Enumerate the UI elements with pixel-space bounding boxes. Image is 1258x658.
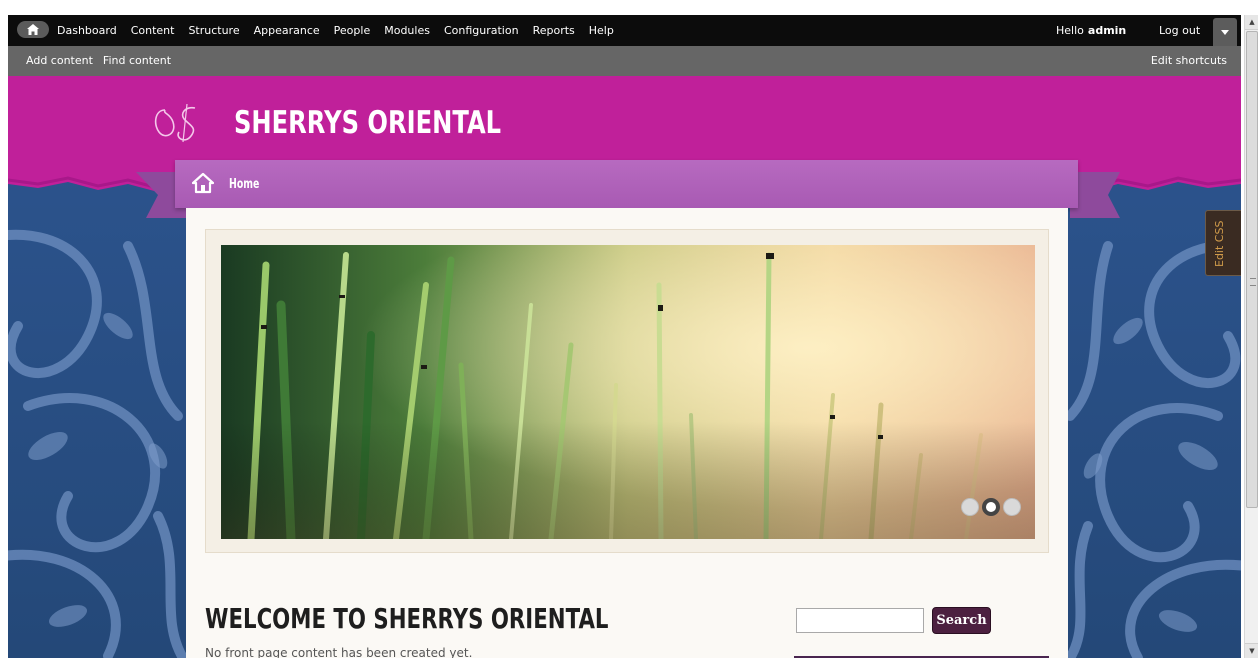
admin-toolbar: Dashboard Content Structure Appearance P… [8, 15, 1241, 46]
slider-dot-1[interactable] [961, 498, 979, 516]
admin-menu-structure[interactable]: Structure [188, 24, 239, 37]
edit-css-tab[interactable]: Edit CSS [1205, 210, 1241, 276]
scroll-grip [1250, 278, 1256, 286]
search-input[interactable] [796, 608, 924, 633]
scroll-up-arrow[interactable]: ▲ [1245, 15, 1258, 30]
shortcut-links: Add content Find content [26, 46, 181, 74]
edit-css-label: Edit CSS [1213, 220, 1226, 267]
slider-image[interactable] [221, 245, 1035, 539]
shortcut-find-content[interactable]: Find content [103, 54, 171, 67]
admin-menu-configuration[interactable]: Configuration [444, 24, 519, 37]
admin-menu-appearance[interactable]: Appearance [254, 24, 320, 37]
main-navigation: Home [175, 160, 1078, 208]
admin-menu-modules[interactable]: Modules [384, 24, 430, 37]
scroll-down-arrow[interactable]: ▼ [1245, 643, 1258, 658]
slider-pager [961, 498, 1021, 518]
edit-shortcuts-link[interactable]: Edit shortcuts [1151, 46, 1227, 74]
slider-dot-3[interactable] [1003, 498, 1021, 516]
grass-photo [221, 245, 1035, 539]
home-icon[interactable] [192, 172, 214, 194]
admin-menu-help[interactable]: Help [589, 24, 614, 37]
page-title: WELCOME TO SHERRYS ORIENTAL [205, 602, 609, 635]
image-slider [205, 229, 1049, 553]
admin-menu-dashboard[interactable]: Dashboard [57, 24, 117, 37]
shortcut-toggle-button[interactable] [1213, 18, 1237, 46]
admin-menu-people[interactable]: People [334, 24, 371, 37]
scroll-thumb[interactable] [1246, 31, 1258, 508]
slider-dot-2[interactable] [982, 498, 1000, 516]
admin-menu-content[interactable]: Content [131, 24, 175, 37]
site-name[interactable]: SHERRYS ORIENTAL [234, 100, 501, 146]
page-body-text: No front page content has been created y… [205, 646, 473, 658]
shortcut-bar: Add content Find content Edit shortcuts [8, 46, 1241, 76]
dropdown-arrow-icon [1221, 29, 1229, 35]
greeting-text: Hello [1056, 24, 1084, 37]
site-area: SHERRYS ORIENTAL Home WELCOME TO SHERRYS… [8, 76, 1241, 658]
vertical-scrollbar[interactable]: ▲ ▼ [1244, 15, 1258, 658]
admin-menu: Dashboard Content Structure Appearance P… [57, 15, 628, 46]
admin-menu-reports[interactable]: Reports [533, 24, 575, 37]
toolbar-home-icon [27, 24, 39, 35]
search-button[interactable]: Search [932, 607, 991, 634]
logo-monogram-icon [154, 104, 196, 143]
logout-link[interactable]: Log out [1159, 15, 1200, 46]
nav-home-link[interactable]: Home [229, 160, 259, 208]
toolbar-home-button[interactable] [17, 21, 49, 38]
username-link[interactable]: admin [1088, 24, 1126, 37]
shortcut-add-content[interactable]: Add content [26, 54, 93, 67]
content-panel: WELCOME TO SHERRYS ORIENTAL No front pag… [186, 208, 1068, 658]
user-greeting: Hello admin [1056, 15, 1126, 46]
